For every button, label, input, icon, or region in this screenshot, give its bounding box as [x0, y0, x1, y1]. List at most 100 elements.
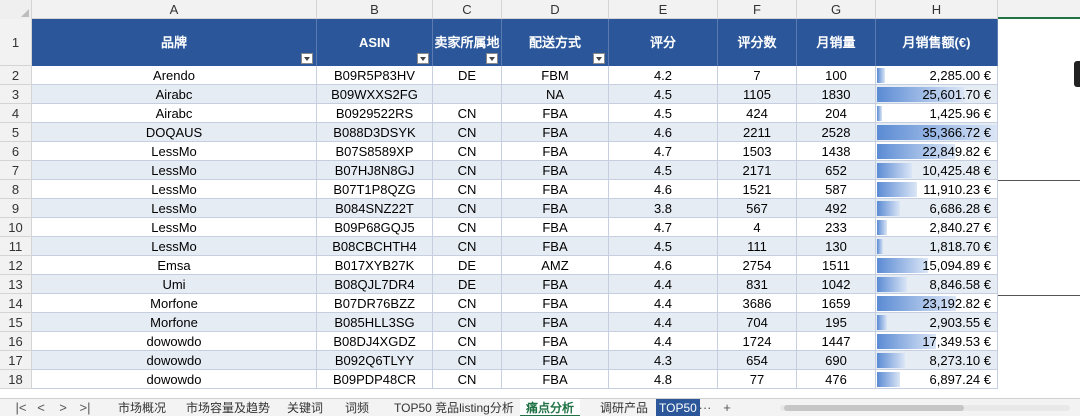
filter-dropdown-icon[interactable] — [593, 53, 605, 64]
cell-brand[interactable]: Airabc — [32, 85, 317, 104]
cell-asin[interactable]: B07S8589XP — [317, 142, 433, 161]
cell-reviews[interactable]: 654 — [718, 351, 797, 370]
cell-sales[interactable]: 100 — [797, 66, 876, 85]
cell-revenue[interactable]: 15,094.89 € — [876, 256, 998, 275]
last-sheet-icon[interactable]: >| — [76, 399, 94, 416]
sheet-tab[interactable]: 调研产品 — [594, 399, 654, 416]
first-sheet-icon[interactable]: |< — [12, 399, 30, 416]
next-sheet-icon[interactable]: > — [54, 399, 72, 416]
cell-sales[interactable]: 1830 — [797, 85, 876, 104]
cell-origin[interactable]: CN — [433, 218, 502, 237]
cell-rating[interactable]: 4.4 — [609, 332, 718, 351]
cell-rating[interactable]: 4.4 — [609, 275, 718, 294]
cell-origin[interactable]: CN — [433, 332, 502, 351]
header-cell[interactable]: 月销量 — [797, 19, 876, 66]
cell-origin[interactable]: DE — [433, 256, 502, 275]
scrollbar-thumb[interactable] — [784, 405, 964, 411]
cell-reviews[interactable]: 4 — [718, 218, 797, 237]
cell-asin[interactable]: B08DJ4XGDZ — [317, 332, 433, 351]
filter-dropdown-icon[interactable] — [417, 53, 429, 64]
column-letter-d[interactable]: D — [502, 0, 609, 19]
cell-origin[interactable]: DE — [433, 275, 502, 294]
cell-ship[interactable]: FBA — [502, 199, 609, 218]
cell-sales[interactable]: 492 — [797, 199, 876, 218]
cell-rating[interactable]: 3.8 — [609, 199, 718, 218]
filter-dropdown-icon[interactable] — [301, 53, 313, 64]
cell-revenue[interactable]: 6,897.24 € — [876, 370, 998, 389]
cell-revenue[interactable]: 35,366.72 € — [876, 123, 998, 142]
cell-rating[interactable]: 4.6 — [609, 123, 718, 142]
header-cell[interactable]: 配送方式 — [502, 19, 609, 66]
cell-asin[interactable]: B084SNZ22T — [317, 199, 433, 218]
cell-origin[interactable]: CN — [433, 180, 502, 199]
cell-rating[interactable]: 4.2 — [609, 66, 718, 85]
cell-revenue[interactable]: 25,601.70 € — [876, 85, 998, 104]
cell-ship[interactable]: FBA — [502, 237, 609, 256]
cell-ship[interactable]: NA — [502, 85, 609, 104]
filter-dropdown-icon[interactable] — [486, 53, 498, 64]
cell-ship[interactable]: FBA — [502, 275, 609, 294]
sheet-tab[interactable]: 关键词 — [281, 399, 329, 416]
cell-brand[interactable]: Airabc — [32, 104, 317, 123]
cell-brand[interactable]: LessMo — [32, 218, 317, 237]
header-cell[interactable]: 品牌 — [32, 19, 317, 66]
cell-brand[interactable]: LessMo — [32, 199, 317, 218]
cell-sales[interactable]: 233 — [797, 218, 876, 237]
cell-brand[interactable]: LessMo — [32, 237, 317, 256]
row-number[interactable]: 6 — [0, 142, 32, 161]
cell-sales[interactable]: 1042 — [797, 275, 876, 294]
cell-origin[interactable]: CN — [433, 237, 502, 256]
header-cell[interactable]: ASIN — [317, 19, 433, 66]
cell-revenue[interactable]: 2,285.00 € — [876, 66, 998, 85]
cell-rating[interactable]: 4.5 — [609, 104, 718, 123]
cell-sales[interactable]: 2528 — [797, 123, 876, 142]
row-number[interactable]: 11 — [0, 237, 32, 256]
cell-revenue[interactable]: 11,910.23 € — [876, 180, 998, 199]
sheet-tab[interactable]: 痛点分析 — [520, 399, 581, 416]
cell-asin[interactable]: B09P68GQJ5 — [317, 218, 433, 237]
cell-brand[interactable]: dowowdo — [32, 332, 317, 351]
cell-asin[interactable]: B09PDP48CR — [317, 370, 433, 389]
cell-origin[interactable]: DE — [433, 66, 502, 85]
prev-sheet-icon[interactable]: < — [32, 399, 50, 416]
cell-rating[interactable]: 4.5 — [609, 161, 718, 180]
cell-brand[interactable]: LessMo — [32, 142, 317, 161]
cell-rating[interactable]: 4.8 — [609, 370, 718, 389]
cell-brand[interactable]: dowowdo — [32, 370, 317, 389]
cell-ship[interactable]: FBA — [502, 218, 609, 237]
cell-asin[interactable]: B09WXXS2FG — [317, 85, 433, 104]
cell-revenue[interactable]: 23,192.82 € — [876, 294, 998, 313]
cell-origin[interactable]: CN — [433, 104, 502, 123]
cell-ship[interactable]: FBA — [502, 332, 609, 351]
row-number[interactable]: 16 — [0, 332, 32, 351]
cell-asin[interactable]: B08QJL7DR4 — [317, 275, 433, 294]
header-cell[interactable]: 评分数 — [718, 19, 797, 66]
cell-rating[interactable]: 4.7 — [609, 218, 718, 237]
cell-brand[interactable]: Morfone — [32, 294, 317, 313]
cell-asin[interactable]: B09R5P83HV — [317, 66, 433, 85]
header-cell[interactable]: 卖家所属地 — [433, 19, 502, 66]
row-number[interactable]: 5 — [0, 123, 32, 142]
cell-ship[interactable]: FBA — [502, 294, 609, 313]
cell-brand[interactable]: Umi — [32, 275, 317, 294]
cell-rating[interactable]: 4.5 — [609, 237, 718, 256]
cell-reviews[interactable]: 424 — [718, 104, 797, 123]
cell-asin[interactable]: B07DR76BZZ — [317, 294, 433, 313]
cell-ship[interactable]: FBA — [502, 180, 609, 199]
cell-origin[interactable]: CN — [433, 370, 502, 389]
cell-ship[interactable]: FBA — [502, 313, 609, 332]
cell-asin[interactable]: B085HLL3SG — [317, 313, 433, 332]
cell-origin[interactable]: CN — [433, 142, 502, 161]
column-letter-g[interactable]: G — [797, 0, 876, 19]
cell-brand[interactable]: Arendo — [32, 66, 317, 85]
cell-rating[interactable]: 4.6 — [609, 180, 718, 199]
cell-reviews[interactable]: 3686 — [718, 294, 797, 313]
cell-rating[interactable]: 4.4 — [609, 294, 718, 313]
cell-sales[interactable]: 587 — [797, 180, 876, 199]
add-sheet-button[interactable]: + — [718, 399, 736, 416]
row-number[interactable]: 3 — [0, 85, 32, 104]
cell-reviews[interactable]: 1503 — [718, 142, 797, 161]
cell-brand[interactable]: dowowdo — [32, 351, 317, 370]
row-number[interactable]: 12 — [0, 256, 32, 275]
cell-ship[interactable]: FBM — [502, 66, 609, 85]
